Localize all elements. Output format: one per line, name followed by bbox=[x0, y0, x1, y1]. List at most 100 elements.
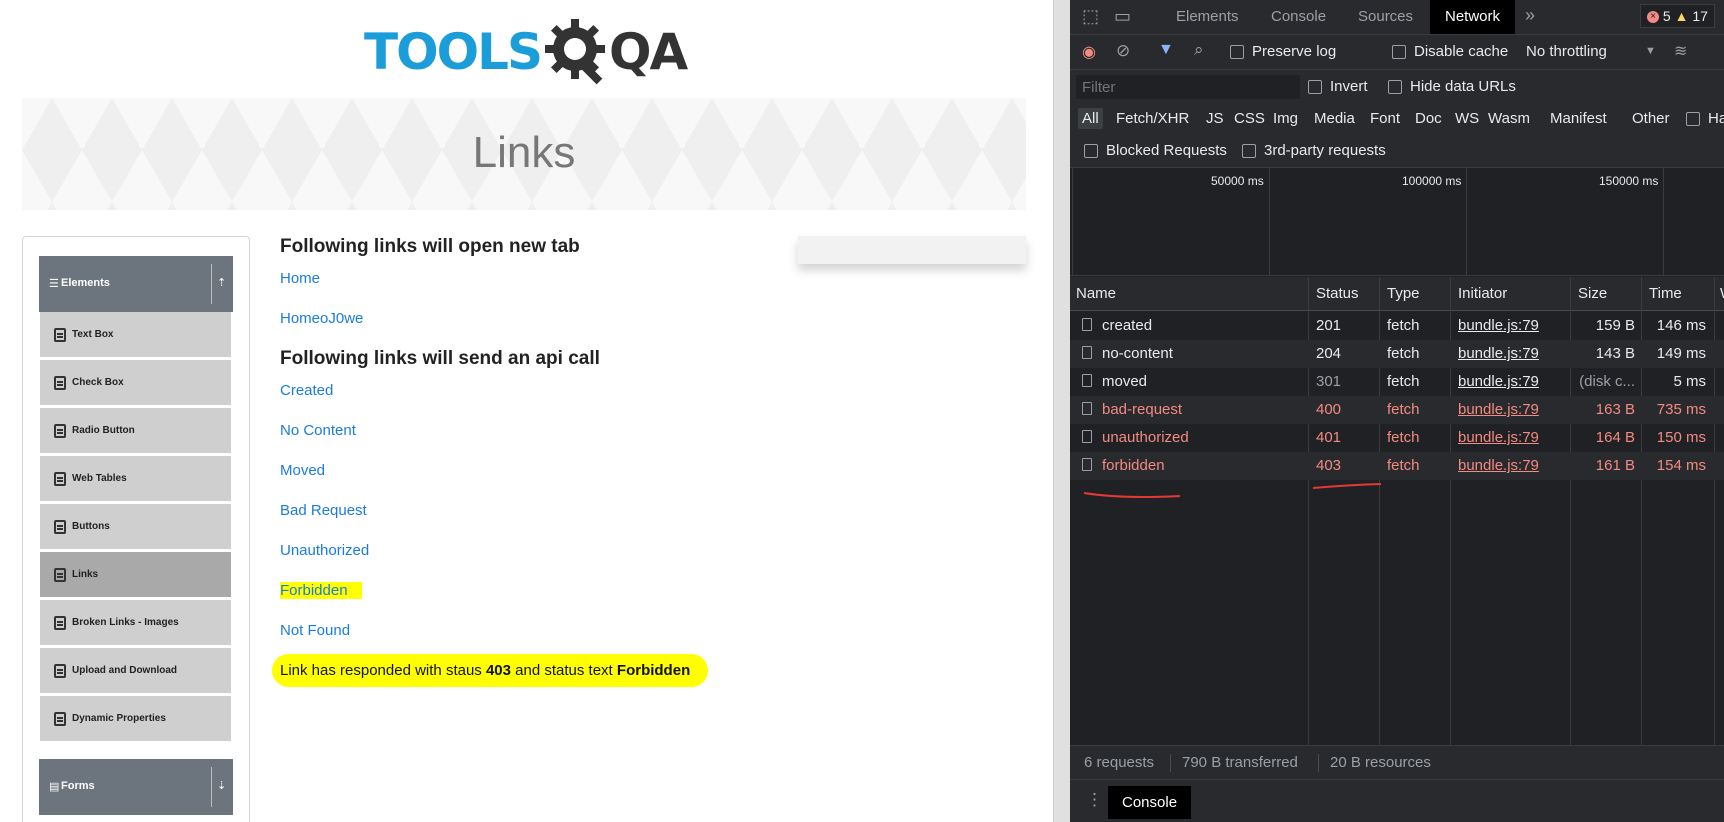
hide-data-urls-checkbox[interactable]: Hide data URLs bbox=[1388, 78, 1516, 95]
tab-console[interactable]: Console bbox=[1271, 8, 1326, 25]
request-initiator-link[interactable]: bundle.js:79 bbox=[1458, 457, 1539, 474]
link-unauthorized[interactable]: Unauthorized bbox=[280, 542, 369, 559]
link-created[interactable]: Created bbox=[280, 382, 333, 399]
blocked-requests-checkbox[interactable]: Blocked Requests bbox=[1084, 142, 1227, 159]
request-type: fetch bbox=[1387, 401, 1420, 418]
type-filter-ws[interactable]: WS bbox=[1455, 110, 1479, 127]
sidebar-item-links[interactable]: Links bbox=[40, 552, 231, 600]
column-time[interactable]: Time bbox=[1649, 285, 1682, 302]
table-row[interactable]: forbidden 403 fetch bundle.js:79 161 B 1… bbox=[1070, 452, 1724, 480]
type-filter-fetch-xhr[interactable]: Fetch/XHR bbox=[1116, 110, 1189, 127]
table-row[interactable]: no-content 204 fetch bundle.js:79 143 B … bbox=[1070, 340, 1724, 368]
sidebar-item-dynamic-properties[interactable]: Dynamic Properties bbox=[40, 696, 231, 744]
column-status[interactable]: Status bbox=[1316, 285, 1359, 302]
html5-icon bbox=[54, 375, 66, 390]
column-name[interactable]: Name bbox=[1076, 285, 1116, 302]
tab-sources[interactable]: Sources bbox=[1358, 8, 1413, 25]
table-row[interactable]: created 201 fetch bundle.js:79 159 B 146… bbox=[1070, 312, 1724, 340]
type-filter-wasm[interactable]: Wasm bbox=[1488, 110, 1530, 127]
sidebar-item-radio-button[interactable]: Radio Button bbox=[40, 408, 231, 456]
type-filter-manifest[interactable]: Manifest bbox=[1550, 110, 1607, 127]
elements-group-header[interactable]: ☰ Elements ⇡ bbox=[39, 256, 233, 312]
request-initiator-link[interactable]: bundle.js:79 bbox=[1458, 317, 1539, 334]
link-home[interactable]: Home bbox=[280, 270, 320, 287]
sidebar-item-text-box[interactable]: Text Box bbox=[40, 312, 231, 360]
chevron-down-icon[interactable]: ▼ bbox=[1645, 45, 1656, 57]
filter-input[interactable] bbox=[1076, 75, 1300, 99]
timeline-tick-label: 50000 ms bbox=[1211, 174, 1264, 188]
inspect-element-icon[interactable]: ⬚ bbox=[1082, 6, 1099, 27]
html5-icon bbox=[54, 567, 66, 582]
disable-cache-checkbox[interactable]: Disable cache bbox=[1392, 43, 1508, 60]
drawer-menu-icon[interactable]: ⋮ bbox=[1086, 790, 1103, 810]
column-size[interactable]: Size bbox=[1578, 285, 1607, 302]
sidebar-item-label: Web Tables bbox=[72, 473, 127, 484]
request-initiator-link[interactable]: bundle.js:79 bbox=[1458, 345, 1539, 362]
preserve-log-label: Preserve log bbox=[1252, 43, 1337, 60]
response-code: 403 bbox=[485, 662, 511, 679]
request-time: 735 ms bbox=[1656, 401, 1706, 418]
clear-icon[interactable]: ⊘ bbox=[1116, 41, 1130, 61]
sidebar-item-broken-links[interactable]: Broken Links - Images bbox=[40, 600, 231, 648]
type-filter-doc[interactable]: Doc bbox=[1415, 110, 1442, 127]
forms-group-header[interactable]: ▤ Forms ⇣ bbox=[39, 759, 233, 815]
type-filter-font[interactable]: Font bbox=[1370, 110, 1400, 127]
third-party-checkbox[interactable]: 3rd-party requests bbox=[1242, 142, 1386, 159]
panel-splitter[interactable] bbox=[1053, 0, 1071, 822]
sidebar-item-label: Links bbox=[72, 569, 99, 580]
document-icon bbox=[1082, 458, 1092, 471]
table-row[interactable]: bad-request 400 fetch bundle.js:79 163 B… bbox=[1070, 396, 1724, 424]
filter-icon[interactable]: ▼ bbox=[1158, 41, 1174, 59]
sidebar-item-web-tables[interactable]: Web Tables bbox=[40, 456, 231, 504]
has-blocked-cookies-checkbox[interactable]: Ha bbox=[1686, 110, 1724, 127]
tab-network[interactable]: Network bbox=[1430, 0, 1516, 34]
checkbox-icon bbox=[1230, 45, 1244, 60]
link-not-found[interactable]: Not Found bbox=[280, 622, 350, 639]
type-filter-js[interactable]: JS bbox=[1206, 110, 1224, 127]
network-overview-timeline[interactable]: 50000 ms 100000 ms 150000 ms bbox=[1070, 168, 1724, 276]
link-dynamic-home[interactable]: HomeoJ0we bbox=[280, 310, 363, 327]
document-icon bbox=[1082, 374, 1092, 387]
column-waterfall[interactable]: W bbox=[1720, 285, 1724, 302]
request-initiator-link[interactable]: bundle.js:79 bbox=[1458, 401, 1539, 418]
search-icon[interactable]: ⌕ bbox=[1194, 40, 1204, 60]
request-initiator-link[interactable]: bundle.js:79 bbox=[1458, 429, 1539, 446]
tab-elements[interactable]: Elements bbox=[1176, 8, 1239, 25]
type-filter-img[interactable]: Img bbox=[1273, 110, 1298, 127]
sidebar-item-label: Dynamic Properties bbox=[72, 713, 166, 724]
record-stop-icon[interactable]: ◉ bbox=[1082, 42, 1096, 62]
network-conditions-icon[interactable]: ≋ bbox=[1674, 41, 1687, 61]
type-filter-css[interactable]: CSS bbox=[1234, 110, 1265, 127]
sidebar-item-upload-download[interactable]: Upload and Download bbox=[40, 648, 231, 696]
link-moved[interactable]: Moved bbox=[280, 462, 325, 479]
red-underline-annotation bbox=[1312, 483, 1382, 489]
warning-count: 17 bbox=[1692, 8, 1708, 24]
type-filter-other[interactable]: Other bbox=[1632, 110, 1670, 127]
request-time: 150 ms bbox=[1656, 429, 1706, 446]
sidebar-item-check-box[interactable]: Check Box bbox=[40, 360, 231, 408]
table-row[interactable]: unauthorized 401 fetch bundle.js:79 164 … bbox=[1070, 424, 1724, 452]
preserve-log-checkbox[interactable]: Preserve log bbox=[1230, 43, 1336, 60]
column-initiator[interactable]: Initiator bbox=[1458, 285, 1507, 302]
link-bad-request[interactable]: Bad Request bbox=[280, 502, 367, 519]
more-tabs-icon[interactable]: » bbox=[1525, 5, 1535, 26]
link-no-content[interactable]: No Content bbox=[280, 422, 356, 439]
document-icon bbox=[1082, 430, 1092, 443]
drawer-tab-console[interactable]: Console bbox=[1108, 786, 1192, 819]
link-forbidden[interactable]: Forbidden bbox=[280, 582, 362, 599]
type-filter-media[interactable]: Media bbox=[1314, 110, 1355, 127]
request-initiator-link[interactable]: bundle.js:79 bbox=[1458, 373, 1539, 390]
toolsqa-logo[interactable]: TOOLS QA bbox=[364, 14, 688, 90]
invert-checkbox[interactable]: Invert bbox=[1308, 78, 1368, 95]
table-row[interactable]: moved 301 fetch bundle.js:79 (disk c... … bbox=[1070, 368, 1724, 396]
type-filter-all[interactable]: All bbox=[1078, 108, 1103, 129]
gear-icon bbox=[545, 19, 605, 85]
sidebar-item-label: Text Box bbox=[72, 329, 114, 340]
sidebar-item-buttons[interactable]: Buttons bbox=[40, 504, 231, 552]
issues-badge[interactable]: × 5 ▲ 17 bbox=[1640, 4, 1715, 28]
device-toolbar-icon[interactable]: ▭ bbox=[1114, 6, 1131, 27]
heading-api-call: Following links will send an api call bbox=[280, 348, 600, 369]
throttling-select[interactable]: No throttling bbox=[1526, 43, 1607, 60]
column-type[interactable]: Type bbox=[1387, 285, 1420, 302]
request-name: bad-request bbox=[1102, 401, 1183, 418]
